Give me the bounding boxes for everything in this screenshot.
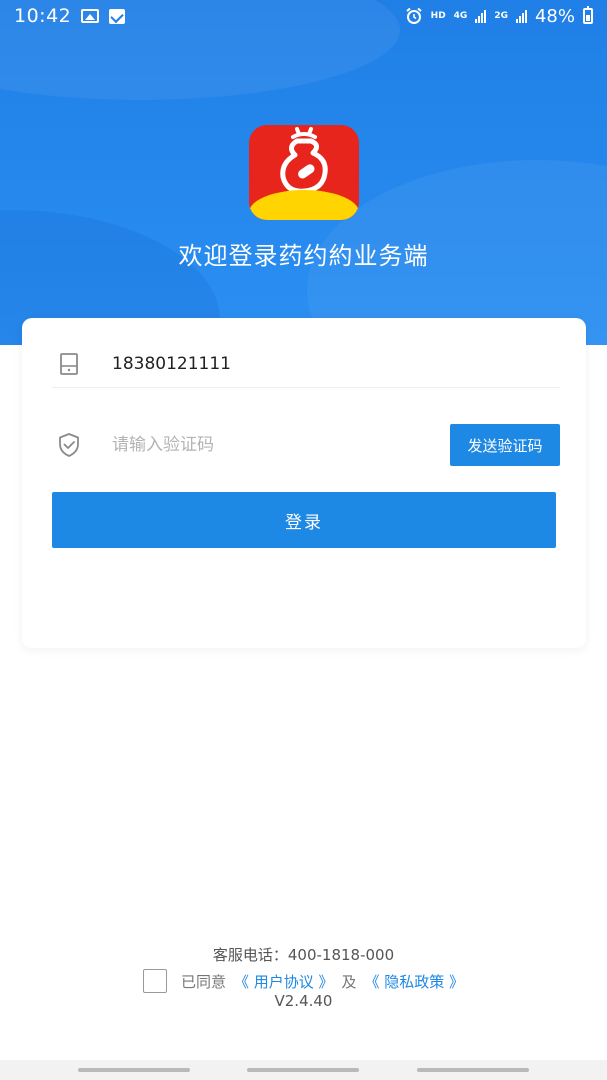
alarm-icon [406, 7, 422, 24]
welcome-title: 欢迎登录药约約业务端 [178, 242, 429, 270]
task-check-icon [109, 8, 126, 24]
battery-icon [583, 6, 593, 24]
code-field-row: 发送验证码 [52, 422, 560, 468]
login-card: 发送验证码 登录 [22, 318, 586, 648]
agree-text: 已同意 [180, 972, 226, 991]
network-type-label: 2G [494, 11, 508, 21]
verification-code-input[interactable] [112, 435, 450, 455]
phone-input[interactable] [112, 353, 560, 374]
user-agreement-link[interactable]: 《 用户协议 》 [234, 971, 334, 992]
phone-field-row [52, 340, 560, 388]
status-time: 10:42 [14, 5, 72, 27]
gallery-icon [81, 9, 100, 23]
and-text: 及 [341, 972, 357, 991]
status-indicators: HD 4G 2G 48% [405, 6, 593, 27]
nav-home-gesture[interactable] [247, 1068, 359, 1072]
navigation-bar [0, 1060, 607, 1080]
nav-back-gesture[interactable] [78, 1068, 190, 1072]
login-screen: 10:42 HD 4G 2G 48% 欢迎登录药约約业务端 1838012111… [0, 0, 607, 1080]
privacy-policy-link[interactable]: 《 隐私政策 》 [365, 971, 465, 992]
app-logo [249, 125, 359, 220]
status-bar: 10:42 HD 4G 2G 48% [0, 0, 607, 32]
nav-recent-gesture[interactable] [417, 1068, 529, 1072]
battery-percent: 48% [534, 5, 575, 27]
shield-icon [59, 433, 79, 457]
hd-label: HD [430, 11, 446, 21]
app-version: V2.4.40 [274, 992, 333, 1010]
signal-strength-icon [475, 9, 487, 23]
signal-strength-icon [515, 9, 527, 23]
phone-icon [60, 352, 78, 375]
login-button[interactable]: 登录 [52, 492, 556, 548]
agree-checkbox[interactable] [142, 969, 167, 993]
agreement-row: 已同意 《 用户协议 》 及 《 隐私政策 》 [0, 968, 607, 994]
customer-service-hotline: 客服电话：400-1818-000 [212, 946, 395, 964]
send-code-button[interactable]: 发送验证码 [450, 424, 560, 466]
network-type-label: 4G [453, 11, 468, 21]
